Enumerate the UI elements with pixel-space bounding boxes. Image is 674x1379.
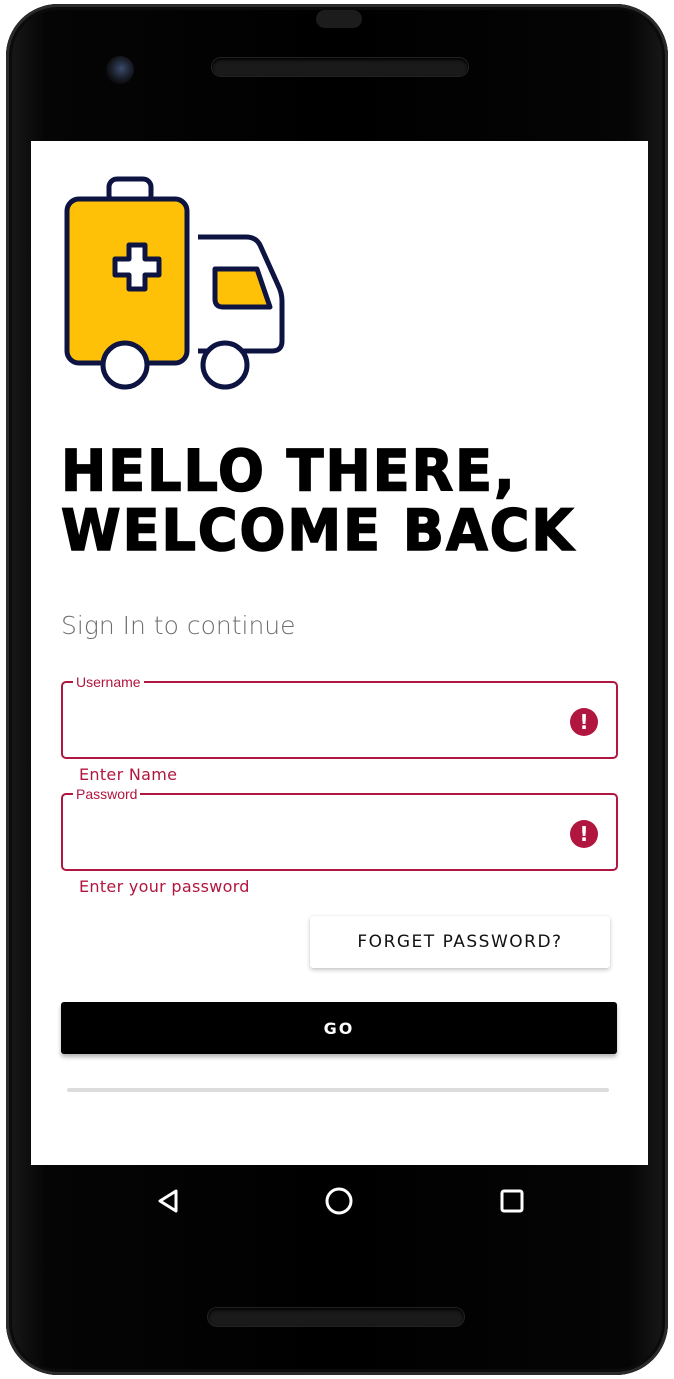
headline-line-1: HELLO THERE,: [60, 437, 517, 504]
headline-line-2: WELCOME BACK: [60, 497, 576, 564]
subtitle: Sign In to continue: [61, 611, 296, 640]
error-exclamation-icon: !: [570, 708, 598, 736]
password-error-text: Enter your password: [79, 877, 250, 896]
nav-home-button[interactable]: [319, 1181, 359, 1221]
password-field[interactable]: Password !: [61, 786, 618, 871]
medical-delivery-truck-icon: [64, 176, 285, 390]
nav-recents-button[interactable]: [492, 1181, 532, 1221]
password-label: Password: [73, 786, 141, 802]
app-screen: HELLO THERE, WELCOME BACK Sign In to con…: [31, 141, 648, 1165]
go-button[interactable]: GO: [61, 1002, 617, 1054]
bottom-speaker: [208, 1308, 464, 1326]
page-title: HELLO THERE, WELCOME BACK: [60, 437, 621, 564]
nav-back-button[interactable]: [148, 1181, 188, 1221]
password-input[interactable]: [79, 815, 549, 851]
home-circle-icon: [325, 1187, 353, 1215]
username-input[interactable]: [79, 703, 549, 739]
divider: [67, 1088, 609, 1092]
earpiece-speaker: [212, 58, 468, 76]
top-notch: [316, 10, 362, 28]
recents-square-icon: [500, 1189, 524, 1213]
forget-password-button[interactable]: FORGET PASSWORD?: [310, 916, 610, 968]
back-triangle-icon: [158, 1189, 178, 1213]
username-error-text: Enter Name: [79, 765, 178, 784]
android-nav-bar: [31, 1165, 648, 1237]
error-exclamation-icon: !: [570, 820, 598, 848]
front-camera: [106, 56, 134, 84]
username-label: Username: [73, 674, 144, 690]
username-field[interactable]: Username !: [61, 674, 618, 759]
